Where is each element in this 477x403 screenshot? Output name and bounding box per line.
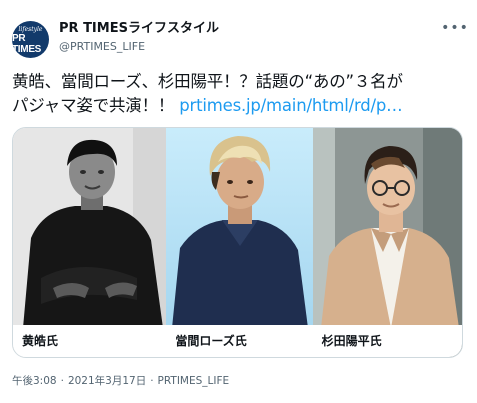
portrait-3-graphic [312, 128, 462, 357]
tweet-link[interactable]: prtimes.jp/main/html/rd/p… [179, 96, 402, 115]
caption-bar-1: 黄皓氏 [13, 325, 167, 357]
caption-bar-2: 當間ローズ氏 [166, 325, 313, 357]
portrait-1-graphic [13, 128, 167, 357]
tweet-time[interactable]: 午後3:08 [12, 375, 57, 387]
tweet-date[interactable]: 2021年3月17日 [68, 375, 146, 387]
more-dots-icon[interactable]: ••• [441, 20, 468, 36]
tweet-timestamp: 午後3:08 · 2021年3月17日 · PRTIMES_LIFE [12, 374, 229, 388]
avatar-big-text: PR TIMES [12, 32, 42, 55]
caption-bar-3: 杉田陽平氏 [312, 325, 462, 357]
account-handle[interactable]: @PRTIMES_LIFE [59, 40, 145, 54]
caption-2: 當間ローズ氏 [175, 334, 247, 348]
account-avatar[interactable]: lifestyle PR TIMES [12, 21, 49, 58]
tweet-text-line-2-text: パジャマ姿で共演！！ [12, 96, 180, 115]
timestamp-separator: · [60, 375, 64, 387]
photo-panel-3[interactable]: 杉田陽平氏 [312, 128, 462, 357]
caption-1: 黄皓氏 [22, 334, 59, 348]
tweet-source[interactable]: PRTIMES_LIFE [158, 375, 230, 387]
photo-panel-1[interactable]: 黄皓氏 [13, 128, 167, 357]
tweet-text: 黄皓、當間ローズ、杉田陽平！？話題の“あの”３名が パジャマ姿で共演！！ prt… [12, 70, 467, 118]
tweet-text-line-1: 黄皓、當間ローズ、杉田陽平！？話題の“あの”３名が [12, 72, 403, 91]
source-separator: · [150, 375, 154, 387]
media-grid[interactable]: 黄皓氏 當間ローズ氏 杉田陽平氏 [12, 127, 463, 358]
tweet-card[interactable]: lifestyle PR TIMES PR TIMESライフスタイル @PRTI… [0, 0, 477, 403]
caption-3: 杉田陽平氏 [321, 334, 382, 348]
photo-panel-2[interactable]: 當間ローズ氏 [166, 128, 313, 357]
portrait-2-graphic [166, 128, 313, 357]
tweet-text-line-2: パジャマ姿で共演！！ prtimes.jp/main/html/rd/p… [12, 94, 467, 118]
display-name[interactable]: PR TIMESライフスタイル [59, 21, 219, 37]
avatar-small-text: lifestyle [18, 25, 43, 33]
